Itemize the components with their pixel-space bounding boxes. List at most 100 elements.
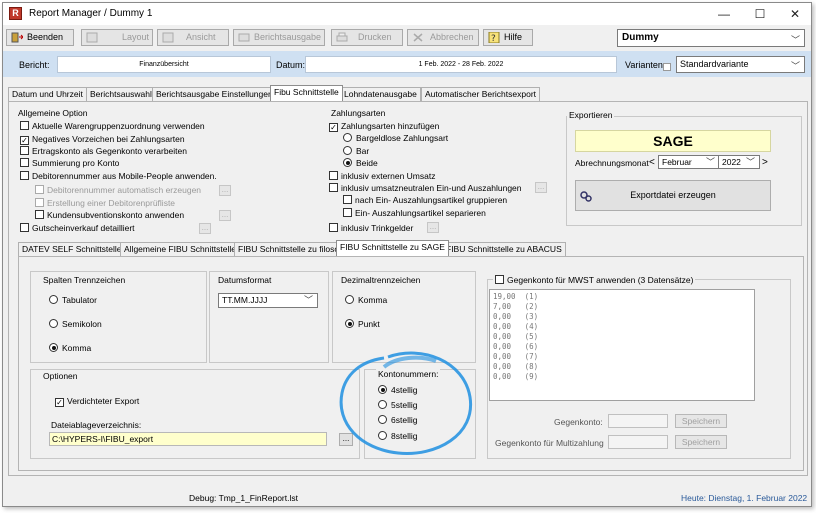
radio-beide[interactable]: Beide bbox=[343, 158, 378, 168]
mwst-list[interactable]: 19,00 (1) 7,00 (2) 0,00 (3) 0,00 (4) 0,00 (5… bbox=[489, 289, 755, 401]
radio-dot bbox=[378, 400, 387, 409]
maximize-button[interactable]: ☐ bbox=[743, 5, 777, 23]
checkbox-kundensubventionskonto-anwenden[interactable]: Kundensubventionskonto anwenden bbox=[35, 210, 184, 220]
subtab-fibu-schnittstelle-zu-filosof[interactable]: FIBU Schnittstelle zu filosof bbox=[234, 242, 346, 256]
tab-datum-und-uhrzeit[interactable]: Datum und Uhrzeit bbox=[8, 87, 87, 101]
checkbox-negatives-vorzeichen-bei-zahlungsarten[interactable]: ✓ Negatives Vorzeichen bei Zahlungsarten bbox=[20, 134, 185, 145]
checkbox-debitorennummer-aus-mobile-people-anwenden[interactable]: Debitorennummer aus Mobile-People anwend… bbox=[20, 171, 217, 181]
checkbox-hinzufuegen[interactable]: ✓ Zahlungsarten hinzufügen bbox=[329, 121, 439, 132]
heute-status: Heute: Dienstag, 1. Februar 2022 bbox=[681, 493, 808, 503]
subtab-fibu-schnittstelle-zu-abacus[interactable]: FIBU Schnittstelle zu ABACUS bbox=[442, 242, 566, 256]
trinkgelder-button[interactable]: … bbox=[427, 222, 439, 233]
hilfe-button[interactable]: ? Hilfe bbox=[483, 29, 533, 46]
checkbox-debitorennummer-automatisch-erzeugen[interactable]: Debitorennummer automatisch erzeugen bbox=[35, 185, 201, 195]
radio-punkt[interactable]: Punkt bbox=[345, 319, 380, 329]
radio-6stellig[interactable]: 6stellig bbox=[378, 415, 417, 425]
mwst-row[interactable]: 0,00 (5) bbox=[493, 332, 751, 342]
layout-button[interactable]: Layout bbox=[81, 29, 153, 46]
radio-5stellig[interactable]: 5stellig bbox=[378, 400, 417, 410]
dateiablage-input[interactable]: C:\HYPERS-I\FIBU_export bbox=[49, 432, 327, 446]
checkbox-inklusiv-externen-umsatz[interactable]: inklusiv externen Umsatz bbox=[329, 171, 435, 181]
check-box bbox=[20, 223, 29, 232]
varianten-value: Standardvariante bbox=[680, 59, 749, 69]
chevron-down-icon: ﹀ bbox=[745, 157, 755, 167]
printer-icon bbox=[336, 32, 348, 42]
kundensubvention-button[interactable]: … bbox=[219, 210, 231, 221]
radio-komma[interactable]: Komma bbox=[345, 295, 387, 305]
beenden-button[interactable]: Beenden bbox=[6, 29, 74, 46]
datum-field[interactable]: 1 Feb. 2022 - 28 Feb. 2022 bbox=[305, 56, 617, 73]
gutschein-button[interactable]: … bbox=[199, 223, 211, 234]
verdichteter-export-checkbox[interactable]: ✓ Verdichteter Export bbox=[55, 396, 139, 407]
prev-month-button[interactable]: < bbox=[649, 157, 655, 168]
tab-lohndatenausgabe[interactable]: Lohndatenausgabe bbox=[340, 87, 421, 101]
umsatzneutral-button[interactable]: … bbox=[535, 182, 547, 193]
mwst-row[interactable]: 19,00 (1) bbox=[493, 292, 751, 302]
checkbox-nach-ein-auszahlungsartikel-gruppieren[interactable]: nach Ein- Auszahlungsartikel gruppieren bbox=[343, 195, 507, 205]
layout-label: Layout bbox=[122, 32, 150, 42]
multizahlung-speichern-button[interactable]: Speichern bbox=[675, 435, 727, 449]
debitor-auto-button[interactable]: … bbox=[219, 185, 231, 196]
exportieren-title: Exportieren bbox=[567, 110, 615, 120]
radio-bargeldlose-zahlungsart[interactable]: Bargeldlose Zahlungsart bbox=[343, 133, 448, 143]
tab-berichtsauswahl[interactable]: Berichtsauswahl bbox=[86, 87, 156, 101]
tab-fibu-schnittstelle[interactable]: Fibu Schnittstelle bbox=[270, 85, 343, 101]
subtab-fibu-schnittstelle-zu-sage[interactable]: FIBU Schnittstelle zu SAGE bbox=[336, 240, 449, 256]
varianten-select[interactable]: Standardvariante ﹀ bbox=[676, 56, 805, 73]
radio-bar[interactable]: Bar bbox=[343, 146, 369, 156]
mwst-row[interactable]: 0,00 (3) bbox=[493, 312, 751, 322]
varianten-label: Varianten: bbox=[625, 60, 666, 70]
checkbox-label: Ertragskonto als Gegenkonto verarbeiten bbox=[32, 146, 187, 156]
checkbox-gutscheinverkauf-detailliert[interactable]: Gutscheinverkauf detailliert bbox=[20, 223, 135, 233]
svg-text:?: ? bbox=[491, 34, 496, 43]
checkbox-summierung-pro-konto[interactable]: Summierung pro Konto bbox=[20, 158, 119, 168]
check-box bbox=[20, 146, 29, 155]
gegenkonto-input[interactable] bbox=[608, 414, 668, 428]
close-button[interactable]: ✕ bbox=[778, 5, 812, 23]
datumsformat-select[interactable]: TT.MM.JJJJ ﹀ bbox=[218, 293, 318, 308]
radio-tabulator[interactable]: Tabulator bbox=[49, 295, 97, 305]
checkbox-label: Debitorennummer automatisch erzeugen bbox=[47, 185, 202, 195]
mwst-row[interactable]: 7,00 (2) bbox=[493, 302, 751, 312]
month-select[interactable]: Februar ﹀ bbox=[658, 155, 720, 169]
checkbox-erstellung-einer-debitorenprüfliste[interactable]: Erstellung einer Debitorenprüfliste bbox=[35, 198, 175, 208]
abbrechen-button[interactable]: Abbrechen bbox=[407, 29, 479, 46]
multizahlung-input[interactable] bbox=[608, 435, 668, 449]
checkbox-label: Gutscheinverkauf detailliert bbox=[32, 223, 135, 233]
checkbox-inklusiv-trinkgelder[interactable]: inklusiv Trinkgelder bbox=[329, 223, 413, 233]
mwst-row[interactable]: 0,00 (8) bbox=[493, 362, 751, 372]
main-tab-strip: Datum und Uhrzeit Berichtsauswahl Berichts… bbox=[8, 85, 808, 101]
radio-komma[interactable]: Komma bbox=[49, 343, 91, 353]
radio-8stellig[interactable]: 8stellig bbox=[378, 431, 417, 441]
mwst-row[interactable]: 0,00 (7) bbox=[493, 352, 751, 362]
ansicht-button[interactable]: Ansicht bbox=[157, 29, 229, 46]
mwst-row[interactable]: 0,00 (4) bbox=[493, 322, 751, 332]
checkbox-ein-auszahlungsartikel-separieren[interactable]: Ein- Auszahlungsartikel separieren bbox=[343, 208, 486, 218]
year-select[interactable]: 2022 ﹀ bbox=[718, 155, 760, 169]
chevron-down-icon: ﹀ bbox=[303, 295, 313, 305]
checkbox-aktuelle-warengruppenzuordnung-verwenden[interactable]: Aktuelle Warengruppenzuordnung verwenden bbox=[20, 121, 205, 131]
berichtsausgabe-button[interactable]: Berichtsausgabe bbox=[233, 29, 325, 46]
exportdatei-erzeugen-button[interactable]: Exportdatei erzeugen bbox=[575, 180, 771, 211]
checkbox-ertragskonto-als-gegenkonto-verarbeiten[interactable]: Ertragskonto als Gegenkonto verarbeiten bbox=[20, 146, 187, 156]
subtab-datev-self-schnittstelle[interactable]: DATEV SELF Schnittstelle bbox=[18, 242, 126, 256]
tab-automatischer-berichtsexport[interactable]: Automatischer Berichtsexport bbox=[421, 87, 541, 101]
radio-dot bbox=[345, 319, 354, 328]
toolbar: Beenden Layout Ansicht Berichtsausgabe D… bbox=[3, 25, 811, 51]
mwst-row[interactable]: 0,00 (6) bbox=[493, 342, 751, 352]
drucken-button[interactable]: Drucken bbox=[331, 29, 403, 46]
checkbox-inklusiv-umsatzneutralen-ein-und-auszahlungen[interactable]: inklusiv umsatzneutralen Ein-und Auszahl… bbox=[329, 183, 522, 193]
varianten-toggle[interactable] bbox=[663, 63, 671, 71]
radio-semikolon[interactable]: Semikolon bbox=[49, 319, 102, 329]
dummy-select[interactable]: Dummy ﹀ bbox=[617, 29, 805, 47]
gegenkonto-speichern-button[interactable]: Speichern bbox=[675, 414, 727, 428]
mwst-gegenkonto-checkbox[interactable]: Gegenkonto für MWST anwenden (3 Datensät… bbox=[493, 275, 696, 285]
bericht-field[interactable]: Finanzübersicht bbox=[57, 56, 271, 73]
minimize-button[interactable]: — bbox=[707, 5, 741, 23]
mwst-row[interactable]: 0,00 (9) bbox=[493, 372, 751, 382]
tab-berichtsausgabe-einstellungen[interactable]: Berichtsausgabe Einstellungen bbox=[152, 87, 277, 101]
radio-label: Komma bbox=[358, 295, 388, 305]
next-month-button[interactable]: > bbox=[762, 157, 768, 168]
radio-4stellig[interactable]: 4stellig bbox=[378, 385, 417, 395]
subtab-allgemeine-fibu-schnittstelle[interactable]: Allgemeine FIBU Schnittstelle bbox=[120, 242, 240, 256]
